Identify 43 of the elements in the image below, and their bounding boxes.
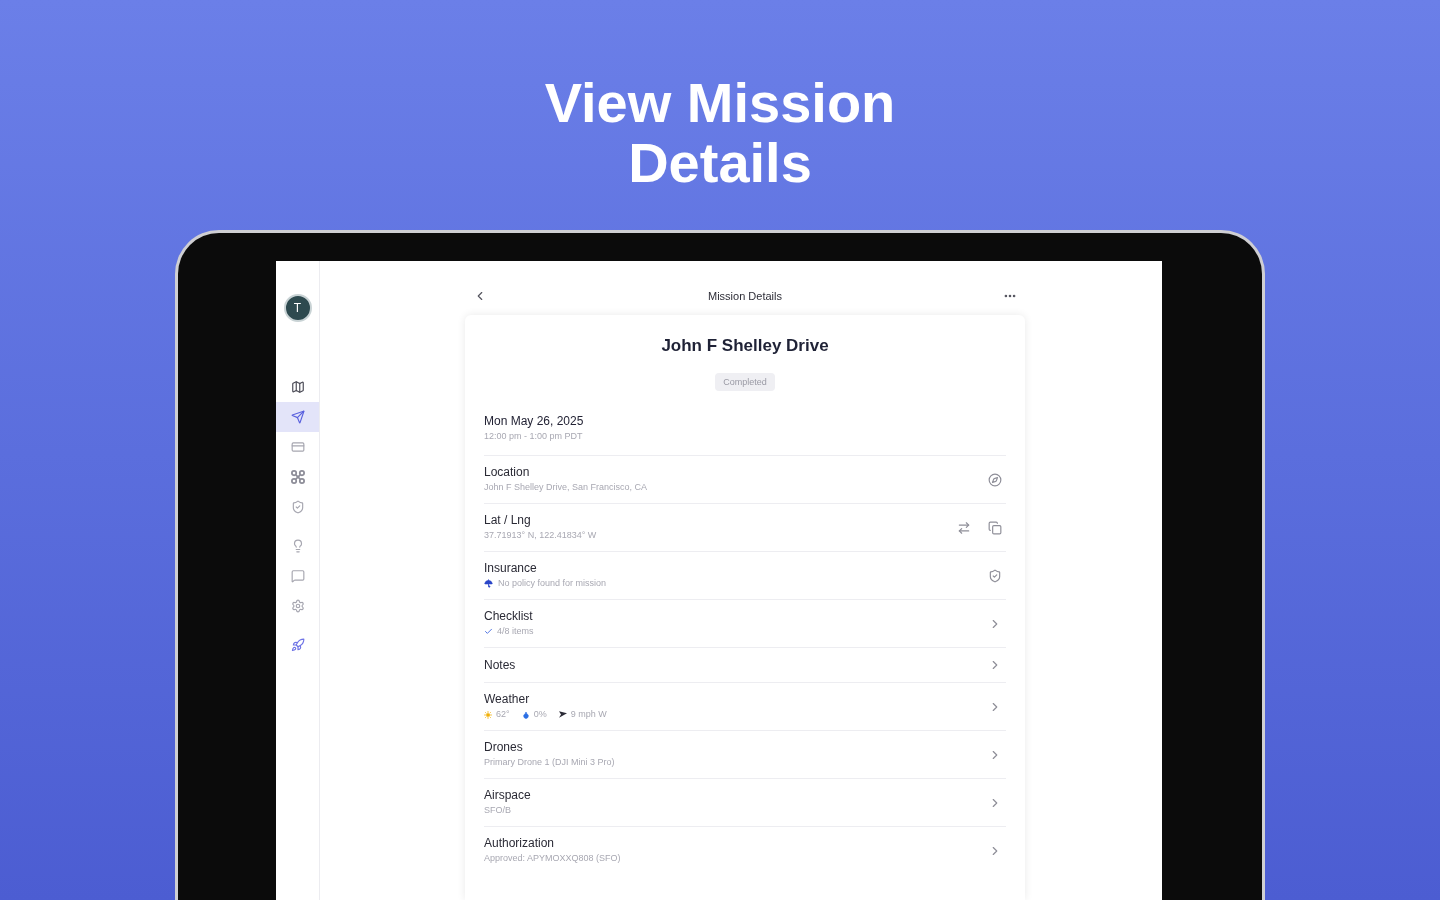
- sun-icon: [484, 710, 492, 719]
- headline: View Mission Details: [543, 73, 897, 193]
- umbrella-icon: [484, 579, 493, 588]
- row-label: Drones: [484, 739, 524, 755]
- row-label: Insurance: [484, 560, 538, 576]
- row-value: Approved: APYMOXXQ808 (SFO): [484, 852, 622, 865]
- mission-title: John F Shelley Drive: [661, 335, 829, 357]
- compass-icon[interactable]: [988, 472, 1002, 487]
- location-address: John F Shelley Drive, San Francisco, CA: [484, 481, 649, 494]
- insurance-status: No policy found for mission: [498, 577, 607, 590]
- checklist-count: 4/8 items: [497, 625, 534, 638]
- shield-check-icon[interactable]: [988, 568, 1002, 583]
- row-label: Lat / Lng: [484, 512, 532, 528]
- row-value: Primary Drone 1 (DJI Mini 3 Pro): [484, 756, 616, 769]
- avatar[interactable]: T: [283, 294, 312, 322]
- row-value: SFO/B: [484, 804, 512, 817]
- sidebar-nav-button[interactable]: [276, 402, 319, 432]
- row-label: Location: [484, 464, 531, 480]
- row-label: Authorization: [484, 835, 556, 851]
- coordinates-value: 37.71913° N, 122.41834° W: [484, 529, 598, 542]
- droplet-icon: [521, 710, 530, 719]
- screen-title: Mission Details: [708, 288, 782, 304]
- status-badge: Completed: [715, 373, 775, 391]
- copy-icon[interactable]: [988, 520, 1002, 535]
- weather-reading: 0%: [533, 708, 547, 721]
- wind-arrow-icon: [558, 711, 567, 718]
- mission-time: 12:00 pm - 1:00 pm PDT: [484, 430, 584, 443]
- paper-plane-icon: [290, 410, 305, 424]
- settings-icon: [290, 599, 305, 613]
- row-label: Weather: [484, 691, 531, 707]
- map-icon: [290, 380, 305, 394]
- card-icon: [290, 440, 305, 454]
- swap-arrows-icon[interactable]: [957, 520, 971, 535]
- weather-reading: 9 mph W: [570, 708, 607, 721]
- row-label: Checklist: [484, 608, 534, 624]
- row-label: Notes: [484, 657, 517, 673]
- rocket-icon: [290, 638, 305, 652]
- mission-date: Mon May 26, 2025: [484, 413, 585, 429]
- chat-bubble-icon: [290, 569, 305, 583]
- drone-icon: [290, 470, 305, 484]
- weather-reading: 62°: [496, 708, 510, 721]
- row-label: Airspace: [484, 787, 532, 803]
- shield-check-icon: [290, 500, 305, 514]
